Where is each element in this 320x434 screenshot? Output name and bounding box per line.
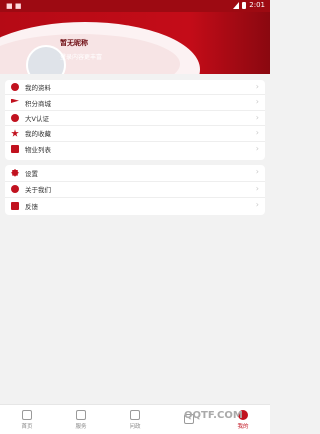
flag-icon bbox=[11, 98, 19, 103]
edit-icon bbox=[11, 202, 19, 211]
menu-card-main: 我的资料 › 积分商城 › 大V认证 › 我的收藏 › 物业列表 › bbox=[5, 80, 265, 160]
menu-item-label: 物业列表 bbox=[25, 146, 51, 155]
document-icon bbox=[130, 409, 140, 420]
chevron-right-icon: › bbox=[255, 97, 259, 107]
home-icon bbox=[22, 409, 32, 420]
tab-label: 问政 bbox=[129, 423, 141, 430]
menu-item-feedback[interactable]: 反馈 › bbox=[5, 198, 265, 215]
tab-label: 首页 bbox=[21, 423, 33, 430]
menu-item-property-list[interactable]: 物业列表 › bbox=[5, 142, 265, 157]
tab-service[interactable]: 服务 bbox=[54, 405, 108, 434]
watermark: QQTF.COM bbox=[184, 410, 243, 421]
gear-icon bbox=[11, 168, 19, 177]
service-icon bbox=[76, 409, 86, 420]
menu-item-label: 设置 bbox=[25, 169, 38, 178]
tab-label: 服务 bbox=[75, 423, 87, 430]
status-bar: ■ ■ 2:01 bbox=[0, 0, 270, 12]
user-icon bbox=[11, 83, 19, 92]
list-icon bbox=[11, 145, 19, 154]
status-time: 2:01 bbox=[249, 1, 265, 9]
star-icon bbox=[11, 129, 19, 137]
status-right: 2:01 bbox=[233, 1, 265, 9]
battery-icon bbox=[242, 1, 247, 9]
info-icon bbox=[11, 185, 19, 194]
notification-icon: ■ ■ bbox=[6, 2, 22, 10]
chevron-right-icon: › bbox=[255, 167, 259, 176]
menu-item-label: 我的资料 bbox=[25, 84, 51, 93]
chevron-right-icon: › bbox=[255, 128, 259, 138]
menu-item-points-mall[interactable]: 积分商城 › bbox=[5, 95, 265, 111]
menu-item-settings[interactable]: 设置 › bbox=[5, 165, 265, 182]
menu-item-label: 积分商城 bbox=[25, 99, 51, 108]
menu-item-my-profile[interactable]: 我的资料 › bbox=[5, 80, 265, 96]
menu-item-label: 我的收藏 bbox=[25, 130, 51, 139]
login-title[interactable]: 暂无昵称 bbox=[60, 38, 88, 48]
menu-card-settings: 设置 › 关于我们 › 反馈 › bbox=[5, 165, 265, 215]
badge-icon bbox=[11, 113, 19, 122]
signal-icon bbox=[233, 1, 240, 9]
chevron-right-icon: › bbox=[255, 200, 259, 210]
tab-inquiry[interactable]: 问政 bbox=[108, 405, 162, 434]
tab-label: 我的 bbox=[237, 423, 249, 430]
menu-item-verification[interactable]: 大V认证 › bbox=[5, 111, 265, 127]
menu-item-label: 反馈 bbox=[25, 203, 38, 212]
menu-item-about[interactable]: 关于我们 › bbox=[5, 182, 265, 199]
menu-item-favorites[interactable]: 我的收藏 › bbox=[5, 126, 265, 142]
chevron-right-icon: › bbox=[255, 82, 259, 91]
chevron-right-icon: › bbox=[255, 183, 259, 193]
menu-item-label: 大V认证 bbox=[25, 114, 49, 123]
chevron-right-icon: › bbox=[255, 143, 259, 153]
menu-item-label: 关于我们 bbox=[25, 186, 51, 195]
login-subtitle: 登录内容更丰富 bbox=[60, 54, 103, 61]
tab-home[interactable]: 首页 bbox=[0, 405, 54, 434]
chevron-right-icon: › bbox=[255, 112, 259, 122]
profile-header: 暂无昵称 登录内容更丰富 bbox=[0, 12, 270, 74]
